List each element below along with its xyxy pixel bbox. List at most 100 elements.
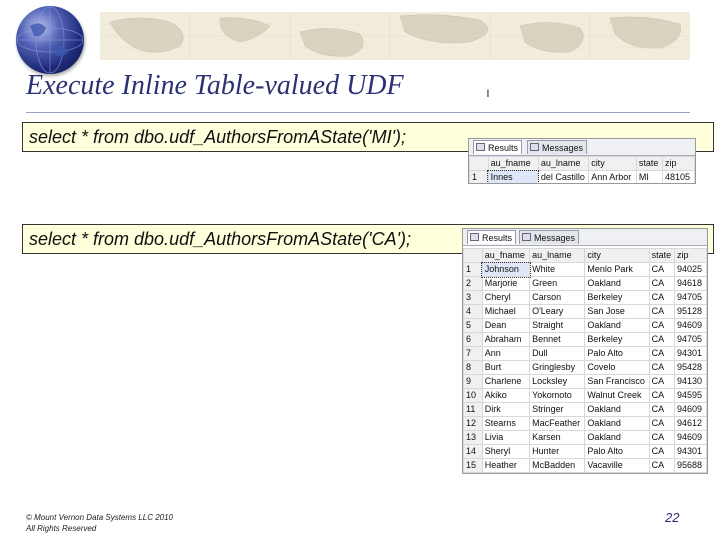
table-cell[interactable]: McBadden: [529, 458, 586, 473]
table-row[interactable]: 9 Charlene Locksley San Francisco CA 94130: [463, 374, 707, 389]
row-number[interactable]: 15: [463, 458, 483, 473]
table-cell[interactable]: CA: [648, 444, 676, 459]
row-number[interactable]: 4: [463, 304, 483, 319]
table-cell[interactable]: 95688: [674, 458, 707, 473]
table-cell[interactable]: San Jose: [584, 304, 650, 319]
table-cell[interactable]: Oakland: [584, 416, 650, 431]
table-cell[interactable]: CA: [648, 458, 676, 473]
row-number[interactable]: 5: [463, 318, 483, 333]
table-row[interactable]: 7 Ann Dull Palo Alto CA 94301: [463, 346, 707, 361]
table-cell[interactable]: Heather: [481, 458, 531, 473]
table-cell[interactable]: Stringer: [529, 402, 586, 417]
table-row[interactable]: 15 Heather McBadden Vacaville CA 95688: [463, 458, 707, 473]
table-cell[interactable]: Dirk: [481, 402, 531, 417]
table-cell[interactable]: CA: [648, 304, 676, 319]
table-cell[interactable]: San Francisco: [584, 374, 650, 389]
table-cell[interactable]: 94609: [674, 318, 707, 333]
table-row[interactable]: 1 Johnson White Menlo Park CA 94025: [463, 261, 707, 278]
table-cell[interactable]: Innes: [487, 169, 540, 183]
column-header[interactable]: state: [635, 156, 663, 171]
table-row[interactable]: 3 Cheryl Carson Berkeley CA 94705: [463, 290, 707, 305]
table-cell[interactable]: CA: [648, 318, 676, 333]
tab-results-mi[interactable]: Results: [473, 140, 523, 154]
table-cell[interactable]: Abraham: [481, 332, 531, 347]
table-cell[interactable]: Ann: [481, 346, 531, 361]
table-cell[interactable]: Yokomoto: [529, 388, 586, 403]
table-cell[interactable]: Covelo: [584, 360, 650, 375]
table-cell[interactable]: CA: [648, 430, 676, 445]
table-cell[interactable]: 94705: [674, 332, 707, 347]
table-cell[interactable]: Green: [529, 276, 586, 291]
table-cell[interactable]: Charlene: [481, 374, 531, 389]
table-cell[interactable]: MacFeather: [529, 416, 586, 431]
column-header[interactable]: au_lname: [537, 156, 590, 171]
table-cell[interactable]: CA: [648, 388, 676, 403]
table-cell[interactable]: 94612: [674, 416, 707, 431]
row-number[interactable]: 13: [463, 430, 483, 445]
table-row[interactable]: 14 Sheryl Hunter Palo Alto CA 94301: [463, 444, 707, 459]
row-number[interactable]: 7: [463, 346, 483, 361]
table-cell[interactable]: Palo Alto: [584, 444, 650, 459]
table-cell[interactable]: CA: [648, 262, 676, 277]
column-header[interactable]: zip: [674, 248, 707, 263]
table-cell[interactable]: White: [529, 262, 586, 277]
table-row[interactable]: 4 Michael O'Leary San Jose CA 95128: [463, 304, 707, 319]
table-cell[interactable]: Locksley: [529, 374, 586, 389]
tab-results-ca[interactable]: Results: [467, 230, 517, 244]
column-header[interactable]: city: [584, 248, 650, 263]
table-cell[interactable]: Oakland: [584, 430, 650, 445]
table-row[interactable]: 11 Dirk Stringer Oakland CA 94609: [463, 402, 707, 417]
table-cell[interactable]: Oakland: [584, 276, 650, 291]
table-cell[interactable]: CA: [648, 374, 676, 389]
row-number[interactable]: 11: [463, 402, 483, 417]
table-cell[interactable]: Akiko: [481, 388, 531, 403]
table-cell[interactable]: Straight: [529, 318, 586, 333]
table-cell[interactable]: 94301: [674, 346, 707, 361]
tab-messages-mi[interactable]: Messages: [527, 140, 588, 154]
table-cell[interactable]: Livia: [481, 430, 531, 445]
table-cell[interactable]: 94595: [674, 388, 707, 403]
column-header[interactable]: au_fname: [487, 156, 539, 171]
table-cell[interactable]: 94025: [674, 262, 707, 277]
table-cell[interactable]: CA: [648, 332, 676, 347]
table-cell[interactable]: Burt: [481, 360, 531, 375]
row-number[interactable]: 8: [463, 360, 483, 375]
table-cell[interactable]: Dull: [529, 346, 586, 361]
table-row[interactable]: 12 Stearns MacFeather Oakland CA 94612: [463, 416, 707, 431]
table-cell[interactable]: Stearns: [481, 416, 531, 431]
table-cell[interactable]: O'Leary: [529, 304, 586, 319]
table-cell[interactable]: Marjorie: [481, 276, 531, 291]
row-number[interactable]: 6: [463, 332, 483, 347]
table-cell[interactable]: Michael: [481, 304, 531, 319]
table-row[interactable]: 6 Abraham Bennet Berkeley CA 94705: [463, 332, 707, 347]
table-cell[interactable]: CA: [648, 276, 676, 291]
table-cell[interactable]: 95128: [674, 304, 707, 319]
table-cell[interactable]: Carson: [529, 290, 586, 305]
table-row[interactable]: 10 Akiko Yokomoto Walnut Creek CA 94595: [463, 388, 707, 403]
table-cell[interactable]: Hunter: [529, 444, 586, 459]
table-cell[interactable]: Johnson: [481, 261, 531, 278]
table-cell[interactable]: Cheryl: [481, 290, 531, 305]
table-row[interactable]: 8 Burt Gringlesby Covelo CA 95428: [463, 360, 707, 375]
table-cell[interactable]: Oakland: [584, 318, 650, 333]
table-cell[interactable]: 94618: [674, 276, 707, 291]
column-header[interactable]: au_lname: [529, 248, 586, 263]
row-number[interactable]: 14: [463, 444, 483, 459]
table-cell[interactable]: MI: [635, 170, 663, 183]
tab-messages-ca[interactable]: Messages: [519, 230, 580, 244]
table-cell[interactable]: Gringlesby: [529, 360, 586, 375]
table-cell[interactable]: Dean: [481, 318, 531, 333]
table-cell[interactable]: Sheryl: [481, 444, 531, 459]
table-cell[interactable]: Menlo Park: [584, 262, 650, 277]
table-cell[interactable]: Berkeley: [584, 332, 650, 347]
table-cell[interactable]: Berkeley: [584, 290, 650, 305]
table-row[interactable]: 2 Marjorie Green Oakland CA 94618: [463, 276, 707, 291]
table-cell[interactable]: 48105: [661, 170, 695, 183]
table-row[interactable]: 5 Dean Straight Oakland CA 94609: [463, 318, 707, 333]
table-cell[interactable]: 94609: [674, 402, 707, 417]
column-header[interactable]: state: [648, 248, 676, 263]
table-cell[interactable]: Karsen: [529, 430, 586, 445]
table-cell[interactable]: 94705: [674, 290, 707, 305]
table-cell[interactable]: 94609: [674, 430, 707, 445]
table-cell[interactable]: Walnut Creek: [584, 388, 650, 403]
